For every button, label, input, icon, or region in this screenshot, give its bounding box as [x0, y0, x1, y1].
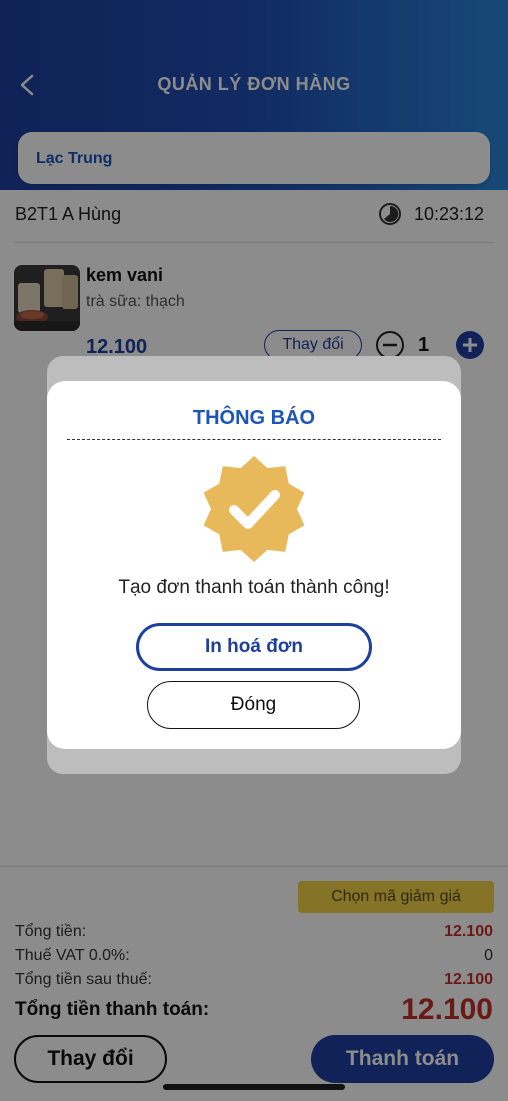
check-badge-icon [203, 456, 305, 562]
close-button[interactable]: Đóng [147, 681, 360, 729]
notification-dialog: THÔNG BÁO Tạo đơn thanh toán thành công!… [47, 381, 461, 749]
home-indicator [163, 1084, 345, 1090]
print-invoice-button[interactable]: In hoá đơn [136, 623, 372, 671]
dialog-message: Tạo đơn thanh toán thành công! [118, 577, 390, 598]
dialog-title: THÔNG BÁO [192, 407, 316, 429]
dialog-divider [67, 439, 441, 440]
